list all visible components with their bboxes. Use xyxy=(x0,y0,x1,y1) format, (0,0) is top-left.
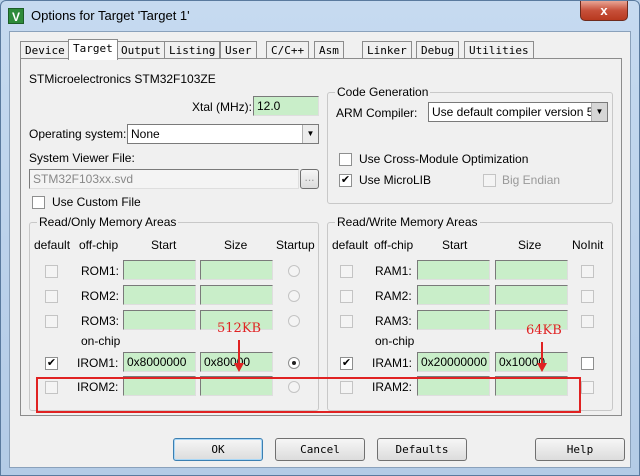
tab-debug[interactable]: Debug xyxy=(416,41,460,59)
tab-output[interactable]: Output xyxy=(116,41,166,59)
ok-button[interactable]: OK xyxy=(173,438,263,461)
tab-linker[interactable]: Linker xyxy=(362,41,412,59)
ram-arrow-head xyxy=(537,363,547,372)
tab-cc[interactable]: C/C++ xyxy=(266,41,310,59)
tab-listing[interactable]: Listing xyxy=(164,41,221,59)
highlight-box xyxy=(36,377,581,413)
rom-arrow-head xyxy=(234,363,244,372)
tab-target[interactable]: Target xyxy=(68,39,118,60)
tab-device[interactable]: Device xyxy=(20,41,70,59)
keil-app-icon: V xyxy=(8,8,24,24)
annotation-arrows xyxy=(234,340,547,372)
cancel-button[interactable]: Cancel xyxy=(275,438,365,461)
tab-utilities[interactable]: Utilities xyxy=(464,41,534,59)
close-button[interactable]: x xyxy=(580,1,628,21)
defaults-button[interactable]: Defaults xyxy=(377,438,467,461)
window-title: Options for Target 'Target 1' xyxy=(31,8,190,23)
dialog-client: Device Target Output Listing User C/C++ … xyxy=(9,31,631,468)
tab-asm[interactable]: Asm xyxy=(314,41,344,59)
tab-user[interactable]: User xyxy=(220,41,257,59)
help-button[interactable]: Help xyxy=(535,438,625,461)
title-bar[interactable]: V Options for Target 'Target 1' x xyxy=(1,1,639,31)
target-tab-page: STMicroelectronics STM32F103ZE Xtal (MHz… xyxy=(20,58,622,416)
dialog-window: V Options for Target 'Target 1' x Device… xyxy=(0,0,640,476)
